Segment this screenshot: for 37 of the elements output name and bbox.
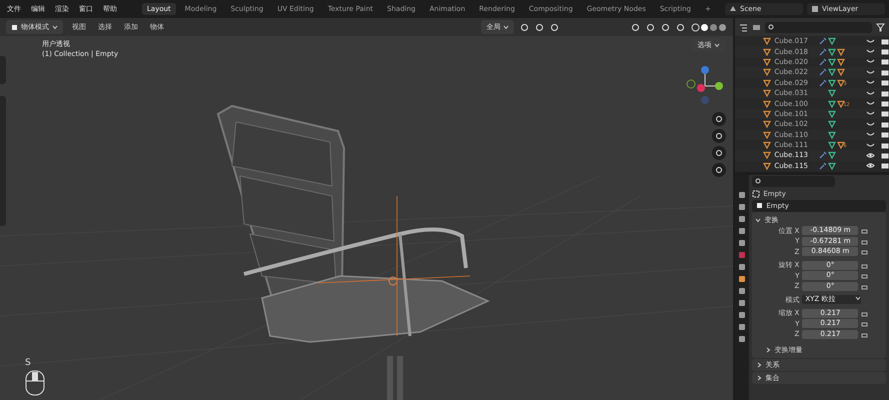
caret-icon (855, 295, 862, 302)
closed-eye-icon[interactable] (866, 120, 875, 128)
caret-icon (52, 24, 58, 30)
layers-icon (811, 5, 819, 13)
filter-icon[interactable] (876, 22, 885, 32)
material-icon (837, 141, 846, 150)
caret-icon (714, 42, 720, 48)
search-field[interactable] (765, 22, 872, 32)
eye-icon[interactable] (866, 162, 875, 170)
closed-eye-icon[interactable] (866, 142, 875, 149)
closed-eye-icon[interactable] (866, 38, 875, 45)
chevron-icon (756, 362, 762, 368)
closed-eye-icon[interactable] (866, 131, 875, 138)
closed-eye-icon[interactable] (866, 90, 875, 97)
closed-eye-icon[interactable] (866, 48, 875, 56)
cube-icon (756, 202, 764, 209)
search-field[interactable] (752, 176, 836, 187)
display-mode-icon[interactable] (739, 22, 748, 32)
key-indicator: S (25, 358, 31, 368)
caret-icon (503, 24, 510, 30)
chevron-icon (765, 347, 772, 353)
closed-eye-icon[interactable] (866, 110, 875, 118)
closed-eye-icon[interactable] (866, 100, 875, 108)
mouse-icon (25, 370, 45, 396)
closed-eye-icon[interactable] (866, 58, 875, 66)
closed-eye-icon[interactable] (866, 79, 875, 86)
material-icon (837, 100, 846, 108)
chevron-icon (755, 217, 762, 223)
search-icon (768, 24, 776, 30)
origin-cursor-icon (318, 196, 470, 336)
shading-mode-icon[interactable] (691, 22, 728, 32)
chevron-icon (756, 375, 762, 381)
eye-icon[interactable] (866, 152, 875, 159)
search-icon (755, 178, 762, 185)
cube-icon (11, 24, 18, 30)
empty-object-icon (752, 190, 760, 198)
closed-eye-icon[interactable] (866, 68, 875, 76)
